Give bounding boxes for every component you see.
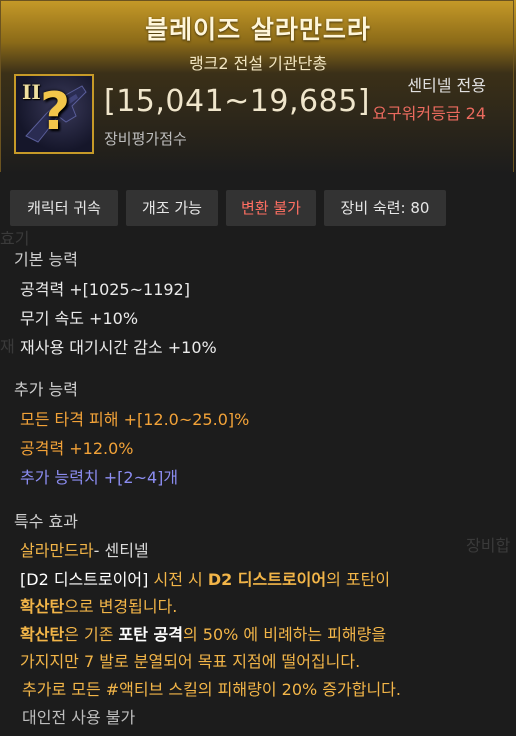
- item-rank-type: 랭크2 전설 기관단총: [188, 54, 328, 73]
- effect-text: 의 50% 에 비례하는 피해량을: [182, 625, 387, 644]
- grade-badge: II: [22, 80, 41, 104]
- skill-name-highlight: D2 디스트로이어: [207, 570, 327, 589]
- basic-stat-attack: 공격력 +[1025~1192]: [20, 280, 190, 299]
- equipment-score-label: 장비평가점수: [104, 130, 187, 148]
- item-tooltip: 효기 장비합 재 블레이즈 살라만드라 랭크2 전설 기관단총 II ? [15…: [0, 0, 516, 736]
- item-icon: II ?: [14, 74, 94, 154]
- additional-stats-title: 추가 능력: [14, 380, 78, 399]
- special-effect-line-4: 가지지만 7 발로 분열되어 목표 지점에 떨어집니다.: [20, 648, 360, 672]
- class-requirement: 센티넬 전용: [407, 76, 486, 95]
- special-effect-name: 살라만드라- 센티넬: [20, 537, 149, 561]
- question-mark-icon: ?: [40, 82, 71, 142]
- special-effect-line-3: 확산탄은 기존 포탄 공격의 50% 에 비례하는 피해량을: [20, 621, 386, 645]
- additional-stat-extra-count: 추가 능력치 +[2~4]개: [20, 468, 179, 487]
- effect-text: 은 기존: [64, 625, 119, 644]
- tag-modifiable: 개조 가능: [126, 190, 218, 226]
- background-text: 재: [0, 337, 15, 356]
- effect-text: 가지지만 7 발로 분열되어 목표 지점에 떨어집니다.: [20, 652, 361, 671]
- special-effect-line-2: 확산탄으로 변경됩니다.: [20, 593, 177, 617]
- effect-text: 의 포탄이: [326, 570, 391, 589]
- tag-no-conversion: 변환 불가: [226, 190, 316, 226]
- additional-stat-attack: 공격력 +12.0%: [20, 439, 134, 458]
- basic-stat-weapon-speed: 무기 속도 +10%: [20, 309, 139, 328]
- basic-stat-cooldown: 재사용 대기시간 감소 +10%: [20, 338, 217, 357]
- effect-text: 시전 시: [148, 570, 208, 589]
- tag-character-bound: 캐릭터 귀속: [10, 190, 118, 226]
- item-name: 블레이즈 살라만드라: [145, 15, 371, 44]
- skill-name: [D2 디스트로이어]: [20, 570, 149, 589]
- pvp-restriction-text: 대인전 사용 불가: [22, 708, 136, 727]
- additional-stat-all-damage: 모든 타격 피해 +[12.0~25.0]%: [20, 410, 250, 429]
- special-effect-class: - 센티넬: [93, 541, 149, 560]
- effect-keyword: 확산탄: [20, 625, 65, 644]
- equipment-score: [15,041~19,685]: [104, 84, 370, 119]
- special-effect-pvp-note: 대인전 사용 불가: [22, 704, 135, 728]
- tooltip-header: 블레이즈 살라만드라 랭크2 전설 기관단총 II ? [15,041~19,6…: [0, 0, 516, 174]
- basic-stats-title: 기본 능력: [14, 250, 78, 269]
- effect-keyword: 포탄 공격: [118, 625, 183, 644]
- effect-text: 으로 변경됩니다.: [64, 597, 178, 616]
- special-effect-line-5: 추가로 모든 #액티브 스킬의 피해량이 20% 증가합니다.: [22, 676, 401, 700]
- special-effect-title: 특수 효과: [14, 512, 78, 531]
- tag-proficiency: 장비 숙련: 80: [324, 190, 446, 226]
- background-text: 장비합: [466, 536, 511, 555]
- effect-text: 추가로 모든 #액티브 스킬의 피해량이 20% 증가합니다.: [22, 680, 401, 699]
- special-effect-name-text: 살라만드라: [20, 541, 94, 560]
- special-effect-line-1: [D2 디스트로이어] 시전 시 D2 디스트로이어의 포탄이: [20, 566, 390, 590]
- effect-keyword: 확산탄: [20, 597, 65, 616]
- level-requirement: 요구워커등급 24: [372, 104, 486, 123]
